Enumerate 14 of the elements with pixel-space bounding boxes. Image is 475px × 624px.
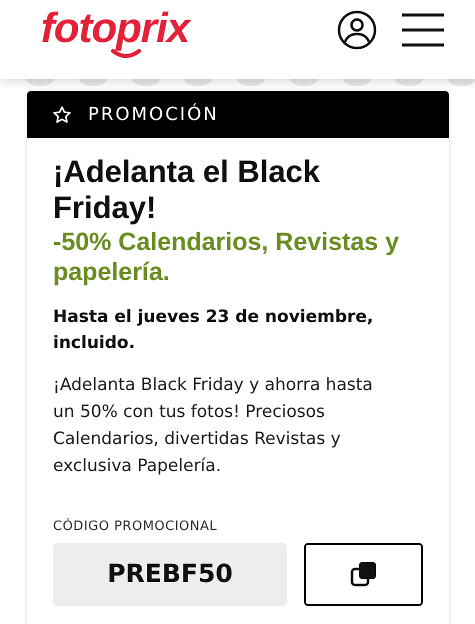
code-label: CÓDIGO PROMOCIONAL [53, 517, 218, 536]
deadline-text: Hasta el jueves 23 de noviembre, incluido. [53, 306, 374, 355]
user-icon[interactable] [337, 10, 377, 50]
promo-title: ¡Adelanta el Black Friday! [53, 154, 322, 226]
logo-text[interactable]: fotoprix [40, 4, 190, 52]
description-text: ¡Adelanta Black Friday y ahorra hasta un 50% con tus fotos! Preciosos Calendarios, divertidas Revistas y exclusiva Papelería. [53, 374, 374, 478]
star-icon [52, 104, 72, 124]
promo-code: PREBF50 [53, 542, 287, 606]
promo-label: PROMOCIÓN [88, 102, 219, 127]
copy-icon [350, 560, 378, 588]
copy-button[interactable] [304, 542, 423, 606]
promo-subtitle: -50% Calendarios, Revistas y papelería. [53, 227, 400, 287]
smile-icon [110, 49, 142, 59]
menu-icon[interactable] [401, 12, 445, 48]
